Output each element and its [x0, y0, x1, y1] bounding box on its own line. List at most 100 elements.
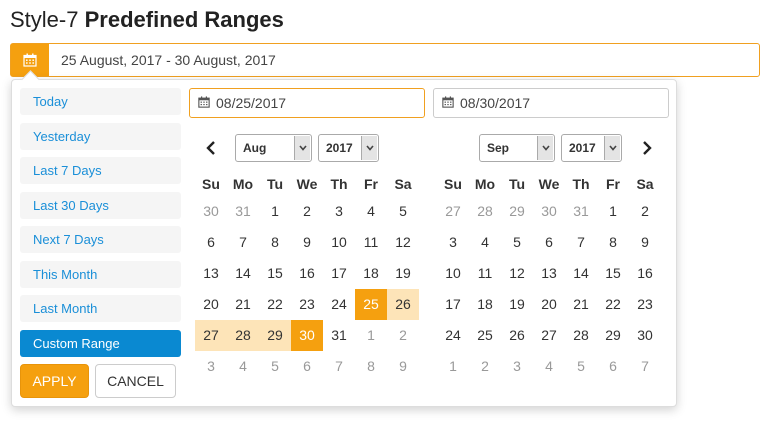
day-cell[interactable]: 21 [227, 289, 259, 320]
range-item-yesterday[interactable]: Yesterday [20, 122, 181, 150]
day-cell[interactable]: 29 [501, 196, 533, 227]
day-cell[interactable]: 4 [469, 227, 501, 258]
day-cell[interactable]: 10 [437, 258, 469, 289]
range-item-custom-range[interactable]: Custom Range [20, 329, 181, 357]
range-item-last-7-days[interactable]: Last 7 Days [20, 157, 181, 184]
day-cell[interactable]: 24 [323, 289, 355, 320]
day-cell[interactable]: 20 [195, 289, 227, 320]
day-cell[interactable]: 31 [323, 320, 355, 351]
apply-button[interactable]: APPLY [20, 364, 89, 398]
day-cell[interactable]: 27 [533, 320, 565, 351]
day-cell[interactable]: 5 [565, 351, 597, 382]
day-cell[interactable]: 11 [469, 258, 501, 289]
day-cell[interactable]: 20 [533, 289, 565, 320]
day-cell[interactable]: 2 [469, 351, 501, 382]
day-cell[interactable]: 25 [469, 320, 501, 351]
day-cell[interactable]: 13 [533, 258, 565, 289]
day-cell[interactable]: 5 [387, 196, 419, 227]
range-item-last-month[interactable]: Last Month [20, 295, 181, 322]
day-cell[interactable]: 26 [501, 320, 533, 351]
day-cell[interactable]: 21 [565, 289, 597, 320]
range-item-next-7-days[interactable]: Next 7 Days [20, 226, 181, 253]
day-cell[interactable]: 6 [291, 351, 323, 382]
day-cell[interactable]: 12 [387, 227, 419, 258]
day-cell[interactable]: 25 [355, 289, 387, 320]
day-cell[interactable]: 4 [227, 351, 259, 382]
day-cell[interactable]: 14 [565, 258, 597, 289]
day-cell[interactable]: 24 [437, 320, 469, 351]
day-cell[interactable]: 27 [437, 196, 469, 227]
day-cell[interactable]: 2 [629, 196, 661, 227]
day-cell[interactable]: 8 [259, 227, 291, 258]
day-cell[interactable]: 8 [355, 351, 387, 382]
day-cell[interactable]: 16 [291, 258, 323, 289]
day-cell[interactable]: 26 [387, 289, 419, 320]
day-cell[interactable]: 15 [597, 258, 629, 289]
right-month-select[interactable]: Sep [479, 134, 555, 162]
day-cell[interactable]: 23 [629, 289, 661, 320]
day-cell[interactable]: 7 [227, 227, 259, 258]
day-cell[interactable]: 3 [501, 351, 533, 382]
day-cell[interactable]: 18 [355, 258, 387, 289]
day-cell[interactable]: 8 [597, 227, 629, 258]
day-cell[interactable]: 6 [597, 351, 629, 382]
range-item-today[interactable]: Today [20, 88, 181, 115]
day-cell[interactable]: 1 [597, 196, 629, 227]
day-cell[interactable]: 14 [227, 258, 259, 289]
range-item-last-30-days[interactable]: Last 30 Days [20, 191, 181, 219]
prev-month-arrow-icon[interactable] [203, 138, 219, 158]
day-cell[interactable]: 7 [629, 351, 661, 382]
day-cell[interactable]: 13 [195, 258, 227, 289]
day-cell[interactable]: 18 [469, 289, 501, 320]
day-cell[interactable]: 9 [387, 351, 419, 382]
day-cell[interactable]: 1 [259, 196, 291, 227]
day-cell[interactable]: 2 [291, 196, 323, 227]
date-range-input[interactable]: 25 August, 2017 - 30 August, 2017 [10, 43, 760, 77]
day-cell[interactable]: 10 [323, 227, 355, 258]
day-cell[interactable]: 19 [501, 289, 533, 320]
day-cell[interactable]: 22 [259, 289, 291, 320]
day-cell[interactable]: 16 [629, 258, 661, 289]
day-cell[interactable]: 3 [437, 227, 469, 258]
day-cell[interactable]: 5 [501, 227, 533, 258]
day-cell[interactable]: 27 [195, 320, 227, 351]
day-cell[interactable]: 3 [195, 351, 227, 382]
day-cell[interactable]: 30 [629, 320, 661, 351]
day-cell[interactable]: 9 [291, 227, 323, 258]
day-cell[interactable]: 6 [195, 227, 227, 258]
day-cell[interactable]: 7 [323, 351, 355, 382]
day-cell[interactable]: 4 [533, 351, 565, 382]
day-cell[interactable]: 30 [195, 196, 227, 227]
day-cell[interactable]: 17 [323, 258, 355, 289]
day-cell[interactable]: 30 [533, 196, 565, 227]
day-cell[interactable]: 9 [629, 227, 661, 258]
day-cell[interactable]: 29 [259, 320, 291, 351]
day-cell[interactable]: 22 [597, 289, 629, 320]
day-cell[interactable]: 31 [565, 196, 597, 227]
day-cell[interactable]: 12 [501, 258, 533, 289]
day-cell[interactable]: 7 [565, 227, 597, 258]
day-cell[interactable]: 11 [355, 227, 387, 258]
day-cell[interactable]: 30 [291, 320, 323, 351]
day-cell[interactable]: 28 [565, 320, 597, 351]
day-cell[interactable]: 2 [387, 320, 419, 351]
left-year-select[interactable]: 2017 [318, 134, 379, 162]
day-cell[interactable]: 15 [259, 258, 291, 289]
day-cell[interactable]: 6 [533, 227, 565, 258]
day-cell[interactable]: 3 [323, 196, 355, 227]
day-cell[interactable]: 1 [437, 351, 469, 382]
range-item-this-month[interactable]: This Month [20, 260, 181, 288]
start-date-input[interactable]: 08/25/2017 [189, 88, 425, 118]
next-month-arrow-icon[interactable] [639, 138, 655, 158]
right-year-select[interactable]: 2017 [561, 134, 622, 162]
day-cell[interactable]: 4 [355, 196, 387, 227]
day-cell[interactable]: 19 [387, 258, 419, 289]
day-cell[interactable]: 28 [227, 320, 259, 351]
end-date-input[interactable]: 08/30/2017 [433, 88, 669, 118]
day-cell[interactable]: 23 [291, 289, 323, 320]
day-cell[interactable]: 29 [597, 320, 629, 351]
day-cell[interactable]: 17 [437, 289, 469, 320]
day-cell[interactable]: 31 [227, 196, 259, 227]
left-month-select[interactable]: Aug [235, 134, 312, 162]
cancel-button[interactable]: CANCEL [95, 364, 176, 398]
